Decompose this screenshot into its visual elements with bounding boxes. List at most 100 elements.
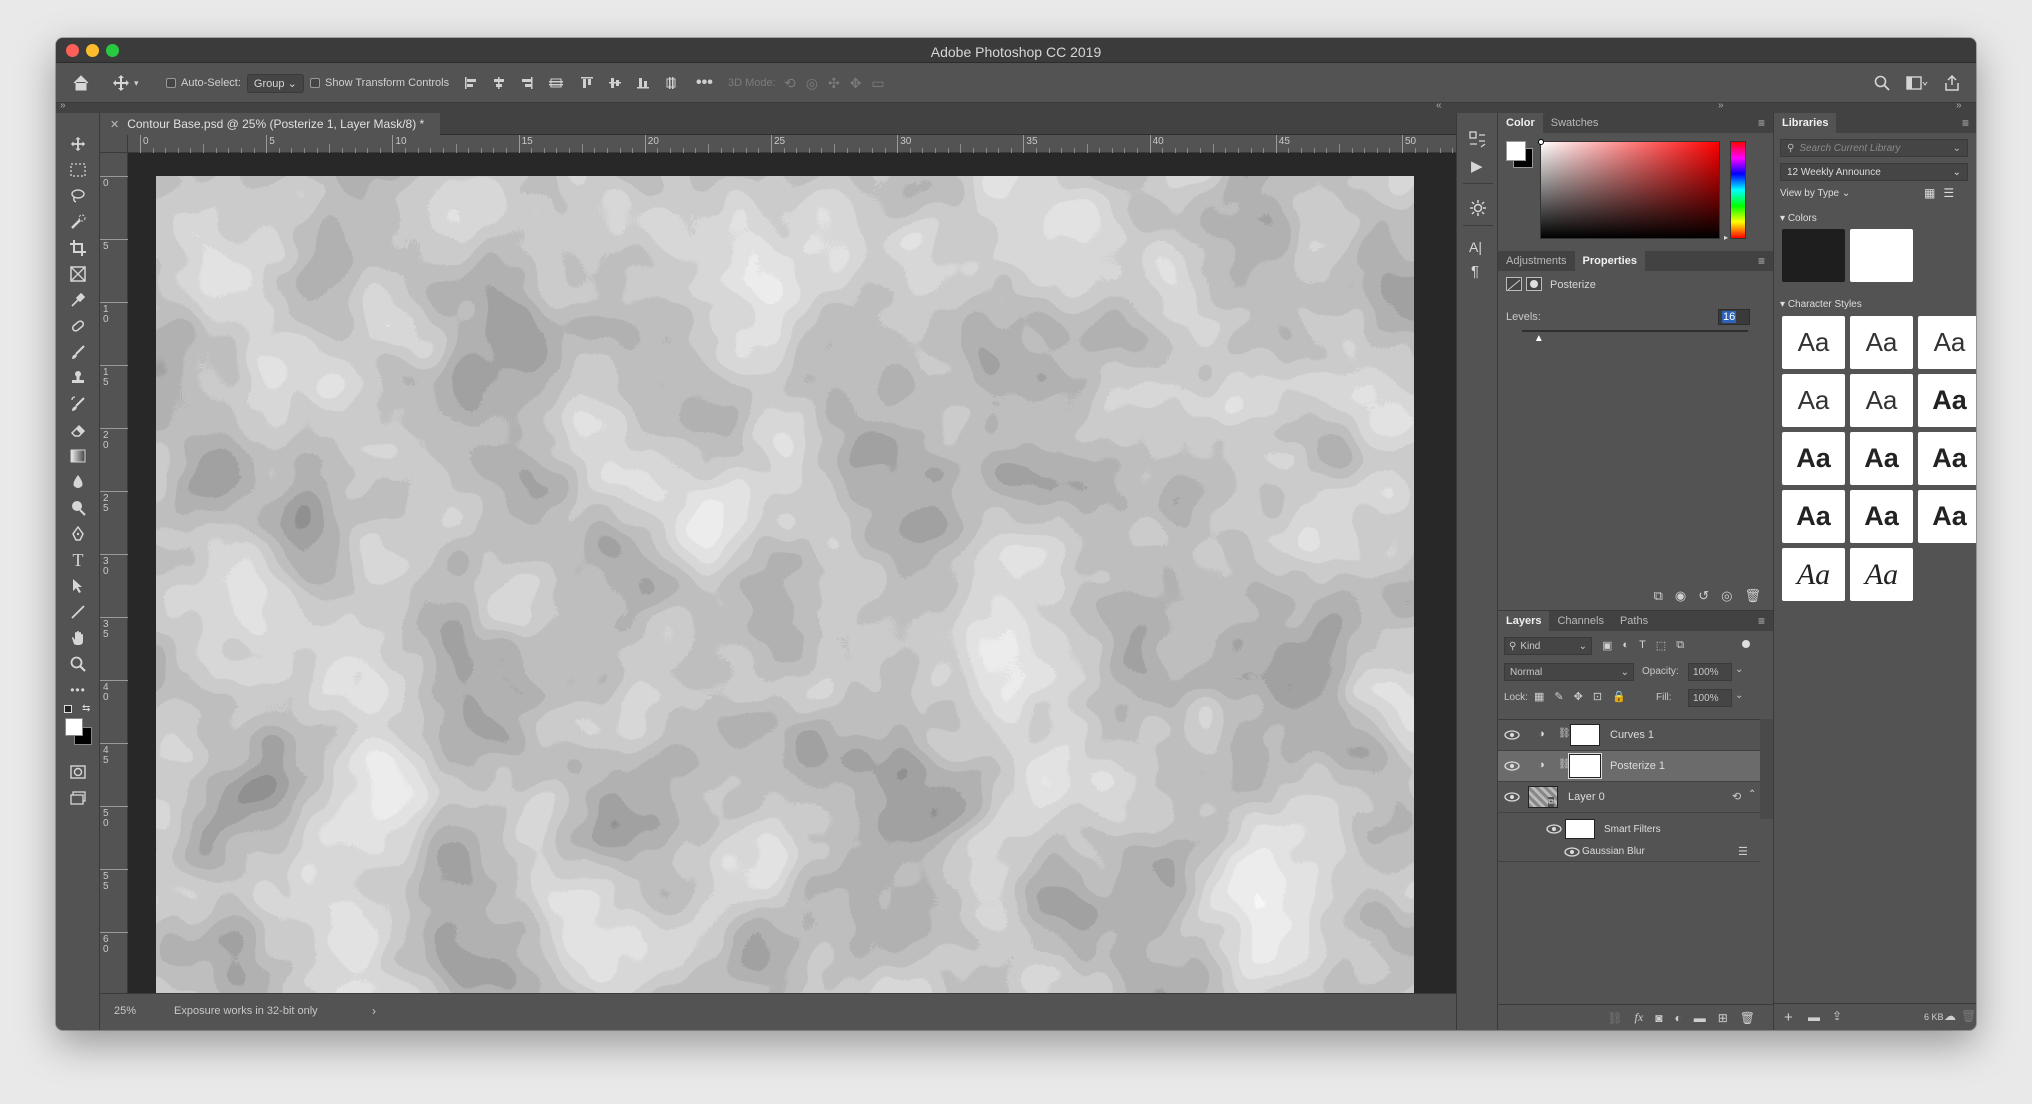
vertical-ruler[interactable]: 051 01 52 02 53 03 54 04 55 05 56 06 57 … [100,153,128,1018]
swap-colors-icon[interactable]: ⇆ [82,703,90,714]
dodge-tool[interactable] [66,497,90,519]
layer-row-curves[interactable]: ◑ ⛓ Curves 1 [1498,720,1760,751]
zoom-level[interactable]: 25% [114,1005,136,1017]
adjustment-filter-icon[interactable]: ◐ [1622,639,1629,652]
path-selection-tool[interactable] [66,575,90,597]
color-swatches[interactable]: ⇆ [62,703,96,747]
visibility-eye-icon[interactable] [1504,730,1520,740]
distribute-vertical-icon[interactable] [664,76,678,90]
share-icon[interactable] [1944,75,1960,91]
tab-adjustments[interactable]: Adjustments [1498,251,1575,271]
healing-brush-tool[interactable] [66,315,90,337]
visibility-eye-icon[interactable]: ◎ [1721,588,1732,604]
colors-section-header[interactable]: ▾ Colors [1780,213,1817,224]
pixel-filter-icon[interactable]: ▣ [1602,639,1612,652]
add-content-icon[interactable]: + [1784,1009,1793,1026]
character-style-tile[interactable]: Aa [1850,432,1913,485]
quick-mask-button[interactable] [66,761,90,783]
brush-tool[interactable] [66,341,90,363]
clip-to-layer-icon[interactable]: ⧉ [1654,588,1663,604]
character-style-tile[interactable]: Aa [1782,316,1845,369]
character-style-tile[interactable]: Aa [1782,548,1845,601]
lock-artboard-icon[interactable]: ⊡ [1593,690,1602,703]
auto-select-dropdown[interactable]: Group ⌄ [246,73,304,93]
adjustment-type-icon[interactable] [1506,277,1522,291]
screen-mode-button[interactable] [66,787,90,809]
reset-icon[interactable]: ↺ [1698,588,1709,604]
sync-cloud-icon[interactable]: ☁ [1944,1009,1956,1023]
paragraph-panel-button[interactable]: ¶ [1471,263,1479,280]
collapse-arrows-icon[interactable]: » [1956,100,1962,111]
layer-mask-thumbnail[interactable] [1570,724,1600,746]
library-selector[interactable]: 12 Weekly Announce ⌄ [1780,163,1968,181]
lock-all-icon[interactable]: 🔒 [1612,690,1626,703]
chevron-up-icon[interactable]: ⌃ [1748,789,1756,800]
link-icon[interactable]: ⛓ [1558,728,1571,739]
tab-libraries[interactable]: Libraries [1774,113,1837,133]
trash-icon[interactable]: 🗑 [1961,1009,1976,1023]
chevron-down-icon[interactable]: ⌄ [1735,664,1743,675]
tab-paths[interactable]: Paths [1612,611,1656,631]
character-styles-section-header[interactable]: ▾ Character Styles [1780,299,1862,310]
layer-name[interactable]: Layer 0 [1568,791,1605,803]
status-menu-arrow-icon[interactable]: › [372,1004,376,1018]
3d-pan-icon[interactable]: ✣ [828,75,840,92]
character-style-tile[interactable]: Aa [1918,374,1976,427]
align-bottom-icon[interactable] [636,76,650,90]
upload-icon[interactable]: ⇪ [1832,1009,1842,1023]
tab-swatches[interactable]: Swatches [1543,113,1607,133]
layer-row-layer0[interactable]: ⧉ Layer 0 ⟲ ⌃ [1498,782,1760,813]
filter-blending-options-icon[interactable]: ☰ [1738,845,1748,858]
layers-scrollbar[interactable] [1760,719,1773,819]
fx-icon[interactable]: fx [1635,1010,1644,1025]
library-color-swatch[interactable] [1850,229,1913,282]
character-style-tile[interactable]: Aa [1850,316,1913,369]
view-by-dropdown[interactable]: View by Type ⌄ [1780,188,1850,199]
3d-scale-icon[interactable]: ▭ [871,75,884,92]
layer-name[interactable]: Posterize 1 [1610,760,1665,772]
list-view-icon[interactable]: ☰ [1943,186,1954,200]
color-field[interactable] [1540,141,1720,239]
shape-filter-icon[interactable]: ⬚ [1656,639,1666,652]
fill-input[interactable]: 100% [1688,689,1732,707]
close-tab-icon[interactable]: ✕ [110,118,119,131]
panel-menu-icon[interactable]: ≡ [1758,611,1765,631]
trash-icon[interactable]: 🗑 [1740,1011,1755,1025]
canvas-area[interactable] [128,153,1456,1002]
ruler-origin[interactable] [100,135,128,153]
canvas-image[interactable] [156,176,1414,1002]
distribute-horizontal-icon[interactable] [548,76,564,90]
line-tool[interactable] [66,601,90,623]
workspace-icon[interactable] [1906,75,1928,91]
marquee-tool[interactable] [66,159,90,181]
layer-filter-dropdown[interactable]: ⚲ Kind ⌄ [1504,637,1592,655]
align-middle-icon[interactable] [608,76,622,90]
panel-menu-icon[interactable]: ≡ [1758,113,1765,133]
add-mask-icon[interactable]: ◙ [1655,1011,1662,1025]
lock-transparency-icon[interactable]: ▦ [1534,690,1544,703]
expand-arrows-icon[interactable]: « [1436,100,1442,111]
hue-slider-handle-icon[interactable]: ▸ [1724,233,1728,242]
smart-object-filter-icon[interactable]: ⧉ [1676,639,1684,652]
visibility-eye-icon[interactable] [1504,761,1520,771]
color-picker-cursor[interactable] [1538,139,1544,145]
tab-color[interactable]: Color [1498,113,1543,133]
home-button[interactable] [72,63,90,103]
collapse-arrows-icon[interactable]: » [60,100,66,111]
smart-filter-mask-thumbnail[interactable] [1565,819,1595,839]
view-previous-state-icon[interactable]: ◉ [1675,588,1686,604]
more-options-button[interactable]: ••• [696,63,713,103]
opacity-input[interactable]: 100% [1688,663,1732,681]
character-style-tile[interactable]: Aa [1918,490,1976,543]
grid-view-icon[interactable]: ▦ [1924,186,1935,200]
layer-row-posterize[interactable]: ◑ ⛓ Posterize 1 [1498,751,1760,782]
zoom-tool[interactable] [66,653,90,675]
character-style-tile[interactable]: Aa [1782,432,1845,485]
blend-mode-dropdown[interactable]: Normal ⌄ [1504,663,1634,681]
new-group-icon[interactable]: ▬ [1694,1011,1706,1025]
foreground-color-chip[interactable] [1506,141,1526,161]
search-icon[interactable] [1874,75,1890,91]
layer-name[interactable]: Curves 1 [1610,729,1654,741]
tab-channels[interactable]: Channels [1549,611,1611,631]
status-text[interactable]: Exposure works in 32-bit only [174,1005,318,1017]
